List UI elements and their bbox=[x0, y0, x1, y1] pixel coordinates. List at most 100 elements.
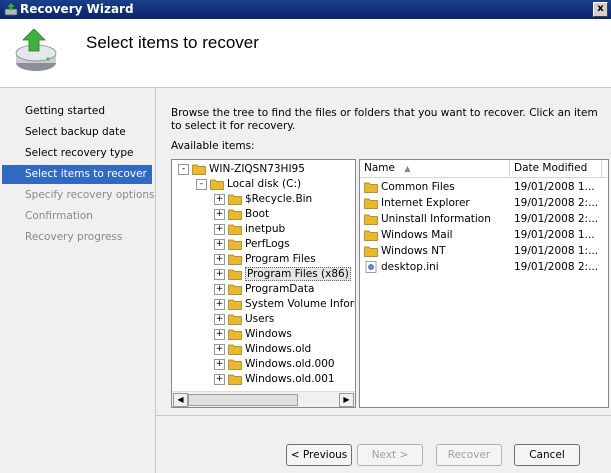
tree-node-folder[interactable]: + Boot bbox=[214, 207, 269, 222]
tree-node-label: Windows bbox=[245, 328, 292, 340]
tree-node-folder[interactable]: + $Recycle.Bin bbox=[214, 192, 312, 207]
collapse-toggle[interactable]: - bbox=[178, 163, 189, 175]
folder-icon bbox=[228, 269, 242, 280]
tree-node-folder[interactable]: + PerfLogs bbox=[214, 237, 290, 252]
tree-node-label: Windows.old.000 bbox=[245, 358, 335, 370]
page-title: Select items to recover bbox=[86, 33, 259, 52]
tree-node-label: ProgramData bbox=[245, 283, 315, 295]
date-modified: 19/01/2008 1:... bbox=[514, 245, 599, 257]
expand-toggle[interactable]: + bbox=[214, 298, 225, 310]
expand-toggle[interactable]: + bbox=[214, 208, 225, 220]
folder-icon bbox=[228, 284, 242, 295]
folder-tree[interactable]: - WIN-ZIQSN73HI95 - Local disk (C:) + $Recy… bbox=[171, 159, 356, 408]
tree-node-label: inetpub bbox=[245, 223, 286, 235]
expand-toggle[interactable]: + bbox=[214, 223, 225, 235]
wizard-header: Select items to recover bbox=[0, 19, 611, 88]
folder-icon bbox=[228, 194, 242, 205]
expand-toggle[interactable]: + bbox=[214, 238, 225, 250]
tree-node-folder[interactable]: + Windows bbox=[214, 327, 292, 342]
folder-icon bbox=[228, 239, 242, 250]
folder-icon bbox=[228, 254, 242, 265]
list-item[interactable]: Common Files 19/01/2008 1... bbox=[360, 180, 608, 195]
expand-toggle[interactable]: + bbox=[214, 283, 225, 295]
tree-node-label: Local disk (C:) bbox=[227, 178, 302, 190]
nav-step-select-recovery-type[interactable]: Select recovery type bbox=[2, 144, 152, 163]
tree-node-folder[interactable]: + inetpub bbox=[214, 222, 285, 237]
expand-toggle[interactable]: + bbox=[214, 253, 225, 265]
scroll-right-button[interactable]: ▶ bbox=[339, 393, 354, 407]
tree-node-label: Boot bbox=[245, 208, 270, 220]
expand-toggle[interactable]: + bbox=[214, 193, 225, 205]
recover-button[interactable]: Recover bbox=[436, 444, 502, 466]
nav-step-confirmation: Confirmation bbox=[25, 210, 93, 222]
expand-toggle[interactable]: + bbox=[214, 268, 225, 280]
scroll-thumb[interactable] bbox=[188, 394, 298, 406]
expand-toggle[interactable]: + bbox=[214, 313, 225, 325]
expand-toggle[interactable]: + bbox=[214, 373, 225, 385]
folder-icon bbox=[228, 314, 242, 325]
nav-step-getting-started[interactable]: Getting started bbox=[2, 102, 152, 121]
tree-node-local-disk[interactable]: - Local disk (C:) bbox=[196, 177, 301, 192]
tree-node-label: System Volume Inform bbox=[245, 298, 356, 310]
settings-file-icon bbox=[365, 261, 377, 273]
date-modified: 19/01/2008 2:... bbox=[514, 261, 599, 273]
folder-icon bbox=[364, 230, 378, 241]
folder-icon bbox=[228, 224, 242, 235]
tree-node-folder[interactable]: + Windows.old.000 bbox=[214, 357, 335, 372]
file-list[interactable]: Name ▲ Date Modified Common Files 19/01/2… bbox=[359, 159, 609, 408]
tree-node-folder-selected[interactable]: + Program Files (x86) bbox=[214, 267, 351, 282]
date-modified: 19/01/2008 2:... bbox=[514, 213, 599, 225]
tree-node-computer[interactable]: - WIN-ZIQSN73HI95 bbox=[178, 162, 305, 177]
title-bar: Recovery Wizard x bbox=[0, 0, 611, 19]
available-items-label: Available items: bbox=[171, 140, 255, 152]
folder-icon bbox=[228, 299, 242, 310]
tree-node-folder[interactable]: + System Volume Inform bbox=[214, 297, 356, 312]
next-button[interactable]: Next > bbox=[357, 444, 423, 466]
collapse-toggle[interactable]: - bbox=[196, 178, 207, 190]
list-item[interactable]: Windows Mail 19/01/2008 1... bbox=[360, 228, 608, 243]
nav-step-select-backup-date[interactable]: Select backup date bbox=[2, 123, 152, 142]
tree-node-label: PerfLogs bbox=[245, 238, 290, 250]
cancel-button[interactable]: Cancel bbox=[514, 444, 580, 466]
folder-icon bbox=[228, 344, 242, 355]
column-header-name[interactable]: Name ▲ bbox=[360, 160, 510, 177]
expand-toggle[interactable]: + bbox=[214, 343, 225, 355]
column-header-date-modified[interactable]: Date Modified bbox=[510, 160, 602, 177]
scroll-left-button[interactable]: ◀ bbox=[173, 393, 188, 407]
wizard-step-nav: Getting started Select backup date Selec… bbox=[0, 88, 156, 473]
nav-step-select-items[interactable]: Select items to recover bbox=[2, 165, 152, 184]
tree-node-folder[interactable]: + ProgramData bbox=[214, 282, 314, 297]
close-button[interactable]: x bbox=[593, 2, 608, 17]
folder-icon bbox=[228, 374, 242, 385]
sort-ascending-icon: ▲ bbox=[404, 164, 411, 173]
tree-node-label: WIN-ZIQSN73HI95 bbox=[209, 163, 305, 175]
tree-node-folder[interactable]: + Program Files bbox=[214, 252, 316, 267]
folder-icon bbox=[364, 198, 378, 209]
folder-icon bbox=[228, 359, 242, 370]
list-item[interactable]: Windows NT 19/01/2008 1:... bbox=[360, 244, 608, 259]
folder-icon bbox=[364, 182, 378, 193]
app-icon bbox=[4, 3, 18, 16]
expand-toggle[interactable]: + bbox=[214, 358, 225, 370]
folder-icon bbox=[210, 179, 224, 190]
date-modified: 19/01/2008 2:... bbox=[514, 197, 599, 209]
list-item[interactable]: Uninstall Information 19/01/2008 2:... bbox=[360, 212, 608, 227]
tree-node-label: Windows.old bbox=[245, 343, 312, 355]
list-item[interactable]: desktop.ini 19/01/2008 2:... bbox=[360, 260, 608, 275]
tree-node-folder[interactable]: + Windows.old.001 bbox=[214, 372, 335, 387]
folder-icon bbox=[364, 246, 378, 257]
tree-horizontal-scrollbar[interactable]: ◀ ▶ bbox=[172, 391, 355, 407]
window-title: Recovery Wizard bbox=[20, 2, 134, 16]
list-item[interactable]: Internet Explorer 19/01/2008 2:... bbox=[360, 196, 608, 211]
tree-node-label: $Recycle.Bin bbox=[245, 193, 313, 205]
tree-node-label: Program Files (x86) bbox=[245, 267, 351, 281]
tree-node-folder[interactable]: + Windows.old bbox=[214, 342, 311, 357]
tree-node-label: Program Files bbox=[245, 253, 316, 265]
expand-toggle[interactable]: + bbox=[214, 328, 225, 340]
nav-step-recovery-progress: Recovery progress bbox=[25, 231, 123, 243]
tree-node-folder[interactable]: + Users bbox=[214, 312, 274, 327]
date-modified: 19/01/2008 1... bbox=[514, 181, 595, 193]
tree-node-label: Users bbox=[245, 313, 275, 325]
previous-button[interactable]: < Previous bbox=[286, 444, 352, 466]
backup-drive-restore-icon bbox=[15, 28, 57, 71]
